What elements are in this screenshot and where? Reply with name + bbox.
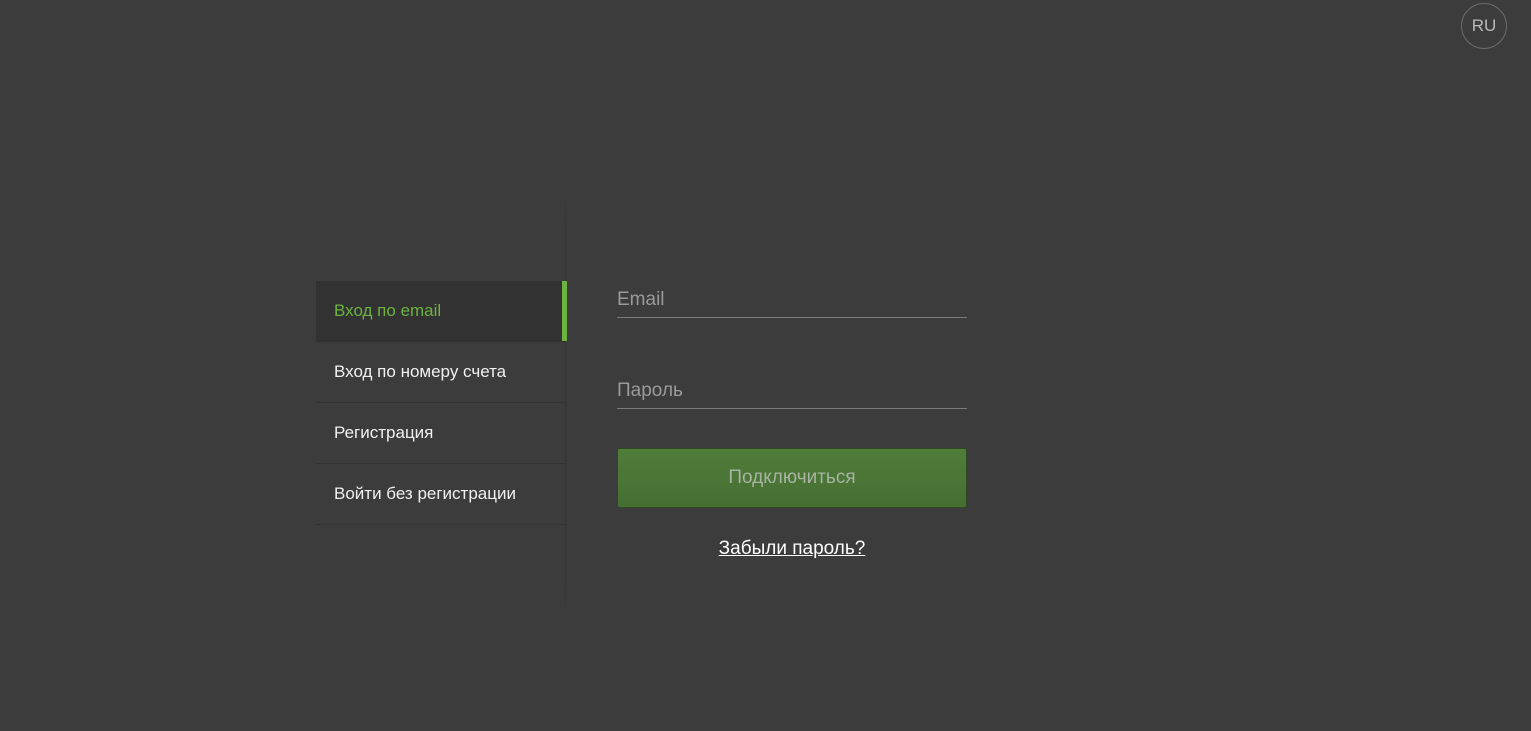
login-page: RU Вход по email Вход по номеру счета Ре… [0,0,1531,731]
login-form: Подключиться Забыли пароль? [617,270,967,560]
tab-email-login[interactable]: Вход по email [316,281,567,342]
tab-guest-login-label: Войти без регистрации [334,484,516,503]
tab-email-login-label: Вход по email [334,301,442,320]
tab-guest-login[interactable]: Войти без регистрации [316,464,566,525]
email-field-wrapper [617,270,967,318]
tab-account-number-login[interactable]: Вход по номеру счета [316,342,566,403]
language-switcher-button[interactable]: RU [1461,3,1507,49]
connect-button[interactable]: Подключиться [617,448,967,508]
tab-registration[interactable]: Регистрация [316,403,566,464]
language-label: RU [1471,16,1497,35]
tab-registration-label: Регистрация [334,423,434,442]
forgot-password-link[interactable]: Забыли пароль? [617,538,967,560]
tab-account-number-login-label: Вход по номеру счета [334,362,507,381]
login-method-tabs: Вход по email Вход по номеру счета Регис… [316,281,567,525]
password-field-wrapper [617,361,967,409]
email-input[interactable] [617,289,967,311]
password-input[interactable] [617,380,967,402]
